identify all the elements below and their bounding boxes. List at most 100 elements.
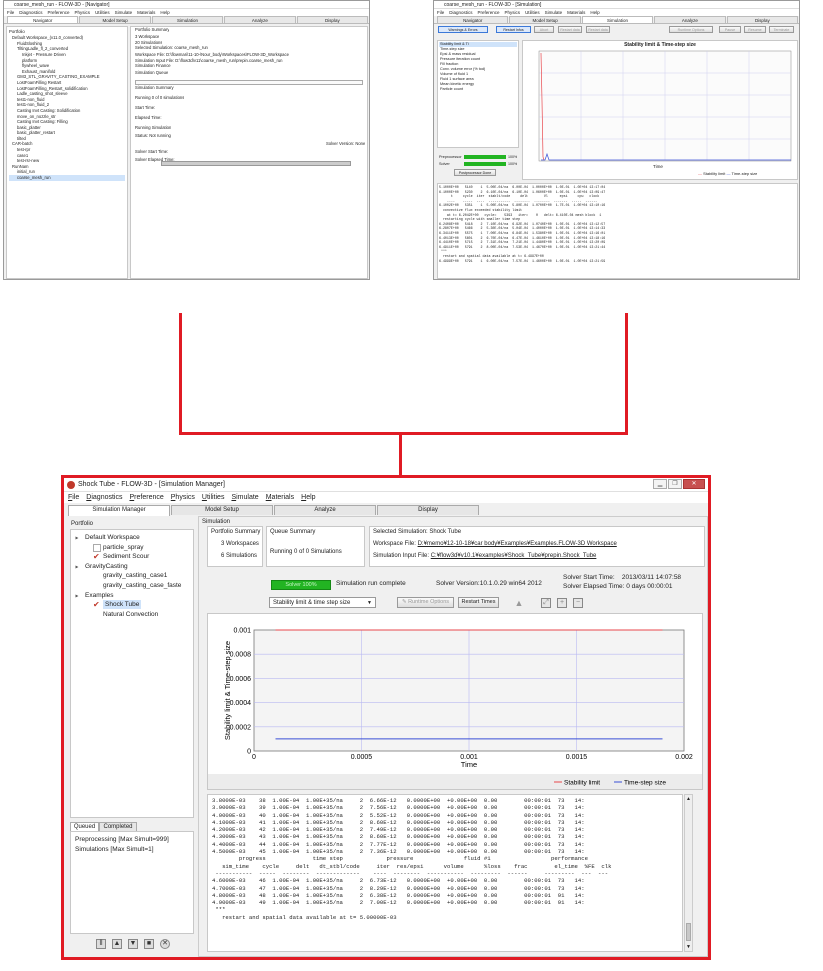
toolbar-restart-data-button[interactable]: Restart data (558, 26, 582, 33)
menu-diagnostics[interactable]: Diagnostics (86, 492, 122, 503)
menu-file[interactable]: File (437, 10, 444, 15)
toolbar-runtime-options-button[interactable]: Runtime Options (669, 26, 713, 33)
tab-display[interactable]: Display (377, 505, 479, 515)
checkbox-icon[interactable] (93, 543, 101, 552)
menu-physics[interactable]: Physics (75, 10, 91, 15)
toolbar-terminate-button[interactable]: Terminate (769, 26, 794, 33)
y-tick-label: 0.0008 (230, 652, 252, 659)
tree-item[interactable]: coarse_mesh_run (9, 175, 125, 181)
menu-materials[interactable]: Materials (567, 10, 585, 15)
tree-item-particle-spray[interactable]: particle_spray (103, 543, 143, 552)
expand-toggle-icon[interactable]: ▲ (72, 593, 80, 598)
menu-diagnostics[interactable]: Diagnostics (19, 10, 42, 15)
warning-icon[interactable]: ▲ (514, 598, 524, 608)
log-scrollbar[interactable]: ▲ ▼ (684, 794, 693, 952)
menu-utilities[interactable]: Utilities (95, 10, 110, 15)
tree-item-gravity-casting-case-faste[interactable]: gravity_casting_case_faste (103, 581, 181, 590)
menu-simulate[interactable]: Simulate (115, 10, 133, 15)
menu-physics[interactable]: Physics (505, 10, 521, 15)
tab-queued[interactable]: Queued (70, 822, 99, 831)
tree-item-shock-tube[interactable]: Shock Tube (103, 600, 142, 610)
zoom-in-icon[interactable]: + (557, 598, 567, 608)
plot-list-item[interactable]: Particle count (439, 87, 517, 92)
tab-analyze[interactable]: Analyze (274, 505, 376, 515)
pause-icon[interactable]: ll (96, 939, 106, 949)
input-file-link[interactable]: C:¥flow3d¥v10.1¥examples¥Shock_Tube¥prep… (431, 553, 597, 559)
toolbar-abort-button[interactable]: Abort (534, 26, 554, 33)
remove-icon[interactable]: ✕ (160, 939, 170, 949)
tab-analyze[interactable]: Analyze (654, 16, 726, 23)
log-line: 6.4999E+00 5791 1 6.00E-04/na 7.57E-04 1… (439, 258, 606, 263)
tree-item-sediment-scour[interactable]: Sediment Scour (103, 552, 149, 561)
toolbar-restart-infos-button[interactable]: Restart Infos (496, 26, 531, 33)
y-tick-label: 0 (247, 749, 251, 756)
toolbar-restart-data-button[interactable]: Restart data (586, 26, 610, 33)
menu-simulate[interactable]: Simulate (545, 10, 563, 15)
menu-diagnostics[interactable]: Diagnostics (449, 10, 472, 15)
run-line: Simulation Summary (135, 85, 174, 90)
menu-preference[interactable]: Preference (130, 492, 164, 503)
close-icon[interactable]: ✕ (683, 479, 705, 489)
tab-simulation[interactable]: Simulation (151, 16, 224, 23)
runtime-options-button[interactable]: ✎ Runtime Options (397, 597, 454, 608)
tab-simulation[interactable]: Simulation (581, 16, 654, 23)
tree-item-natural-convection[interactable]: Natural Convection (103, 610, 158, 619)
tab-completed[interactable]: Completed (99, 822, 137, 831)
tab-simulation-manager[interactable]: Simulation Manager (68, 505, 170, 516)
tab-model-setup[interactable]: Model Setup (171, 505, 273, 515)
tab-navigator[interactable]: Navigator (7, 16, 79, 23)
queue-dropdown[interactable] (135, 80, 363, 85)
scroll-thumb[interactable] (686, 923, 691, 941)
checked-icon[interactable]: ✔ (93, 553, 101, 561)
log-line: progress time step pressure fluid #1 per… (212, 855, 588, 863)
menu-file[interactable]: File (68, 492, 79, 503)
zoom-fit-icon[interactable]: ⤢ (541, 598, 551, 608)
solver-log: 5.1000E+00 5140 1 5.00E-04/na 6.00E-04 1… (437, 183, 798, 279)
queue-summary-box: Queue Summary Running 0 of 0 Simulations (266, 526, 365, 567)
tab-analyze[interactable]: Analyze (224, 16, 296, 23)
workspace-file-link[interactable]: D:¥memo¥12-10-18¥car body¥Examples¥Examp… (418, 541, 617, 547)
tab-display[interactable]: Display (726, 16, 799, 23)
minimize-icon[interactable]: ▁ (653, 479, 667, 489)
menu-utilities[interactable]: Utilities (202, 492, 225, 503)
tree-item-default-workspace[interactable]: Default Workspace (85, 533, 140, 542)
move-down-icon[interactable]: ▼ (128, 939, 138, 949)
menu-simulate[interactable]: Simulate (231, 492, 258, 503)
queue-item-preprocessing[interactable]: Preprocessing [Max Simult=999] (75, 835, 189, 845)
wrench-icon: ✎ (401, 599, 407, 605)
queue-item-simulations[interactable]: Simulations [Max Simult=1] (75, 845, 189, 855)
menu-preference[interactable]: Preference (48, 10, 70, 15)
tab-model-setup[interactable]: Model Setup (79, 16, 151, 23)
toolbar-pause-button[interactable]: Pause (719, 26, 741, 33)
scroll-down-icon[interactable]: ▼ (685, 943, 692, 951)
menu-materials[interactable]: Materials (266, 492, 294, 503)
stop-icon[interactable]: ■ (144, 939, 154, 949)
menu-utilities[interactable]: Utilities (525, 10, 540, 15)
maximize-icon[interactable]: ❐ (668, 479, 682, 489)
menu-help[interactable]: Help (160, 10, 169, 15)
menu-help[interactable]: Help (590, 10, 599, 15)
tab-navigator[interactable]: Navigator (437, 16, 509, 23)
scroll-up-icon[interactable]: ▲ (685, 795, 692, 803)
restart-times-button[interactable]: Restart Times (458, 597, 499, 608)
tab-model-setup[interactable]: Model Setup (509, 16, 581, 23)
toolbar-resume-button[interactable]: Resume (744, 26, 766, 33)
menu-physics[interactable]: Physics (171, 492, 195, 503)
menu-file[interactable]: File (7, 10, 14, 15)
tree-item-gravity-casting-case1[interactable]: gravity_casting_case1 (103, 571, 167, 580)
postprocessor-button[interactable]: Postprocessor Done (454, 169, 496, 176)
expand-toggle-icon[interactable]: ▲ (72, 536, 80, 541)
plot-select-dropdown[interactable]: Stability limit & time step size ▼ (269, 597, 376, 608)
tab-display[interactable]: Display (296, 16, 369, 23)
zoom-out-icon[interactable]: − (573, 598, 583, 608)
menu-preference[interactable]: Preference (478, 10, 500, 15)
checked-icon[interactable]: ✔ (93, 601, 101, 609)
menu-materials[interactable]: Materials (137, 10, 155, 15)
menu-help[interactable]: Help (301, 492, 315, 503)
move-up-icon[interactable]: ▲ (112, 939, 122, 949)
tree-item-gravitycasting[interactable]: GravityCasting (85, 562, 128, 571)
run-line: Start Time: (135, 105, 156, 110)
toolbar-warnings-errors-button[interactable]: Warnings & Errors (438, 26, 488, 33)
tree-item-examples[interactable]: Examples (85, 591, 114, 600)
expand-toggle-icon[interactable]: ▲ (72, 564, 80, 569)
